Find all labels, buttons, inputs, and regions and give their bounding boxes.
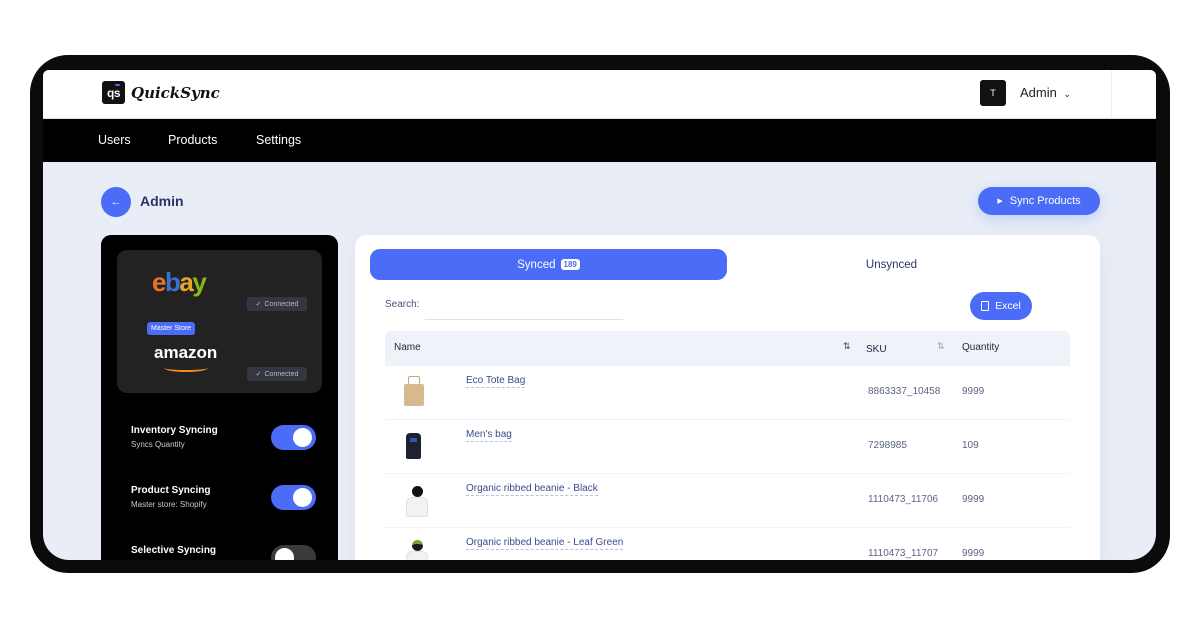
product-sku: 8863337_10458 (868, 386, 941, 397)
ebay-status: Connected (264, 300, 299, 308)
selective-syncing-toggle[interactable] (271, 545, 316, 560)
search-label: Search: (385, 299, 420, 310)
toggle-knob (293, 428, 312, 447)
ebay-connected-badge: ✓ Connected (247, 297, 307, 311)
nav-item-settings[interactable]: Settings (256, 133, 301, 147)
chevron-down-icon: ⌄ (1063, 89, 1071, 99)
tab-synced[interactable]: Synced 189 (370, 249, 727, 280)
back-button[interactable]: ← (101, 187, 131, 217)
product-quantity: 109 (962, 440, 979, 451)
logo-mark: qs (102, 81, 125, 104)
toggle-knob (293, 488, 312, 507)
page-title: Admin (140, 193, 184, 209)
sort-icon[interactable]: ⇅ (843, 341, 851, 352)
amazon-status: Connected (264, 370, 299, 378)
product-sku: 1110473_11706 (868, 494, 939, 505)
header-divider (1111, 70, 1112, 119)
product-sku: 7298985 (868, 440, 907, 451)
synced-count-badge: 189 (560, 259, 580, 270)
product-quantity: 9999 (962, 548, 985, 559)
logo[interactable]: qs QuickSync (102, 81, 220, 104)
excel-export-button[interactable]: Excel (970, 292, 1032, 320)
tab-label: Unsynced (865, 258, 918, 271)
product-thumbnail-beanie-green (399, 536, 429, 560)
table-header: Name ⇅ SKU ⇅ Quantity (385, 331, 1070, 366)
product-thumbnail-tote-bag (399, 374, 429, 408)
avatar: T (980, 80, 1006, 106)
product-sku: 1110473_11707 (868, 548, 939, 559)
play-icon: ▶ (997, 198, 1003, 205)
product-thumbnail-backpack (399, 428, 429, 462)
amazon-connected-badge: ✓ Connected (247, 367, 307, 381)
logo-text: QuickSync (131, 83, 220, 102)
check-icon: ✓ (255, 371, 262, 378)
sync-products-button[interactable]: ▶ Sync Products (978, 187, 1100, 215)
product-syncing-toggle[interactable] (271, 485, 316, 510)
user-menu[interactable]: T Admin ⌄ (980, 80, 1071, 106)
setting-product-syncing: Product Syncing Master store: Shopify (131, 485, 316, 510)
main-nav: Users Products Settings (43, 119, 1156, 162)
table-row[interactable]: Organic ribbed beanie - Black 1110473_11… (385, 474, 1070, 528)
tab-unsynced[interactable]: Unsynced (713, 249, 1070, 280)
table-row[interactable]: Men's bag 7298985 109 (385, 420, 1070, 474)
connected-stores-card: ebay ✓ Connected Master Store amazon ✓ C… (117, 250, 322, 393)
nav-item-users[interactable]: Users (98, 133, 131, 147)
product-thumbnail-beanie-black (399, 482, 429, 517)
table-row[interactable]: Organic ribbed beanie - Leaf Green 11104… (385, 528, 1070, 560)
check-icon: ✓ (255, 301, 262, 308)
product-name-link[interactable]: Men's bag (466, 429, 512, 442)
excel-label: Excel (995, 300, 1021, 312)
amazon-smile-icon (164, 364, 208, 372)
amazon-logo: amazon (154, 343, 218, 362)
nav-item-products[interactable]: Products (168, 133, 217, 147)
app-screen: qs QuickSync T Admin ⌄ Users Products Se… (43, 70, 1156, 560)
inventory-syncing-toggle[interactable] (271, 425, 316, 450)
products-table: Name ⇅ SKU ⇅ Quantity Eco Tote Bag 88633… (385, 331, 1070, 560)
file-icon (981, 301, 990, 311)
master-store-badge: Master Store (147, 322, 196, 335)
store-settings-panel: ebay ✓ Connected Master Store amazon ✓ C… (101, 235, 338, 560)
product-quantity: 9999 (962, 494, 985, 505)
setting-inventory-syncing: Inventory Syncing Syncs Quantity (131, 425, 316, 450)
product-name-link[interactable]: Eco Tote Bag (466, 375, 526, 388)
tab-label: Synced (517, 258, 556, 271)
search-input[interactable] (425, 298, 623, 320)
sort-icon[interactable]: ⇅ (937, 341, 945, 352)
setting-selective-syncing: Selective Syncing (131, 545, 316, 560)
arrow-left-icon: ← (110, 196, 122, 208)
user-name: Admin (1020, 85, 1057, 100)
table-row[interactable]: Eco Tote Bag 8863337_10458 9999 (385, 366, 1070, 420)
column-header-name[interactable]: Name (394, 342, 421, 353)
product-name-link[interactable]: Organic ribbed beanie - Leaf Green (466, 537, 624, 550)
column-header-quantity[interactable]: Quantity (962, 342, 999, 353)
sync-products-label: Sync Products (1009, 195, 1081, 207)
top-header: qs QuickSync T Admin ⌄ (43, 70, 1156, 119)
column-header-sku[interactable]: SKU (866, 344, 887, 355)
toggle-knob (275, 548, 294, 560)
products-card: Synced 189 Unsynced Search: Excel Name ⇅… (355, 235, 1100, 560)
product-name-link[interactable]: Organic ribbed beanie - Black (466, 483, 598, 496)
product-quantity: 9999 (962, 386, 985, 397)
ebay-logo: ebay (152, 267, 207, 297)
